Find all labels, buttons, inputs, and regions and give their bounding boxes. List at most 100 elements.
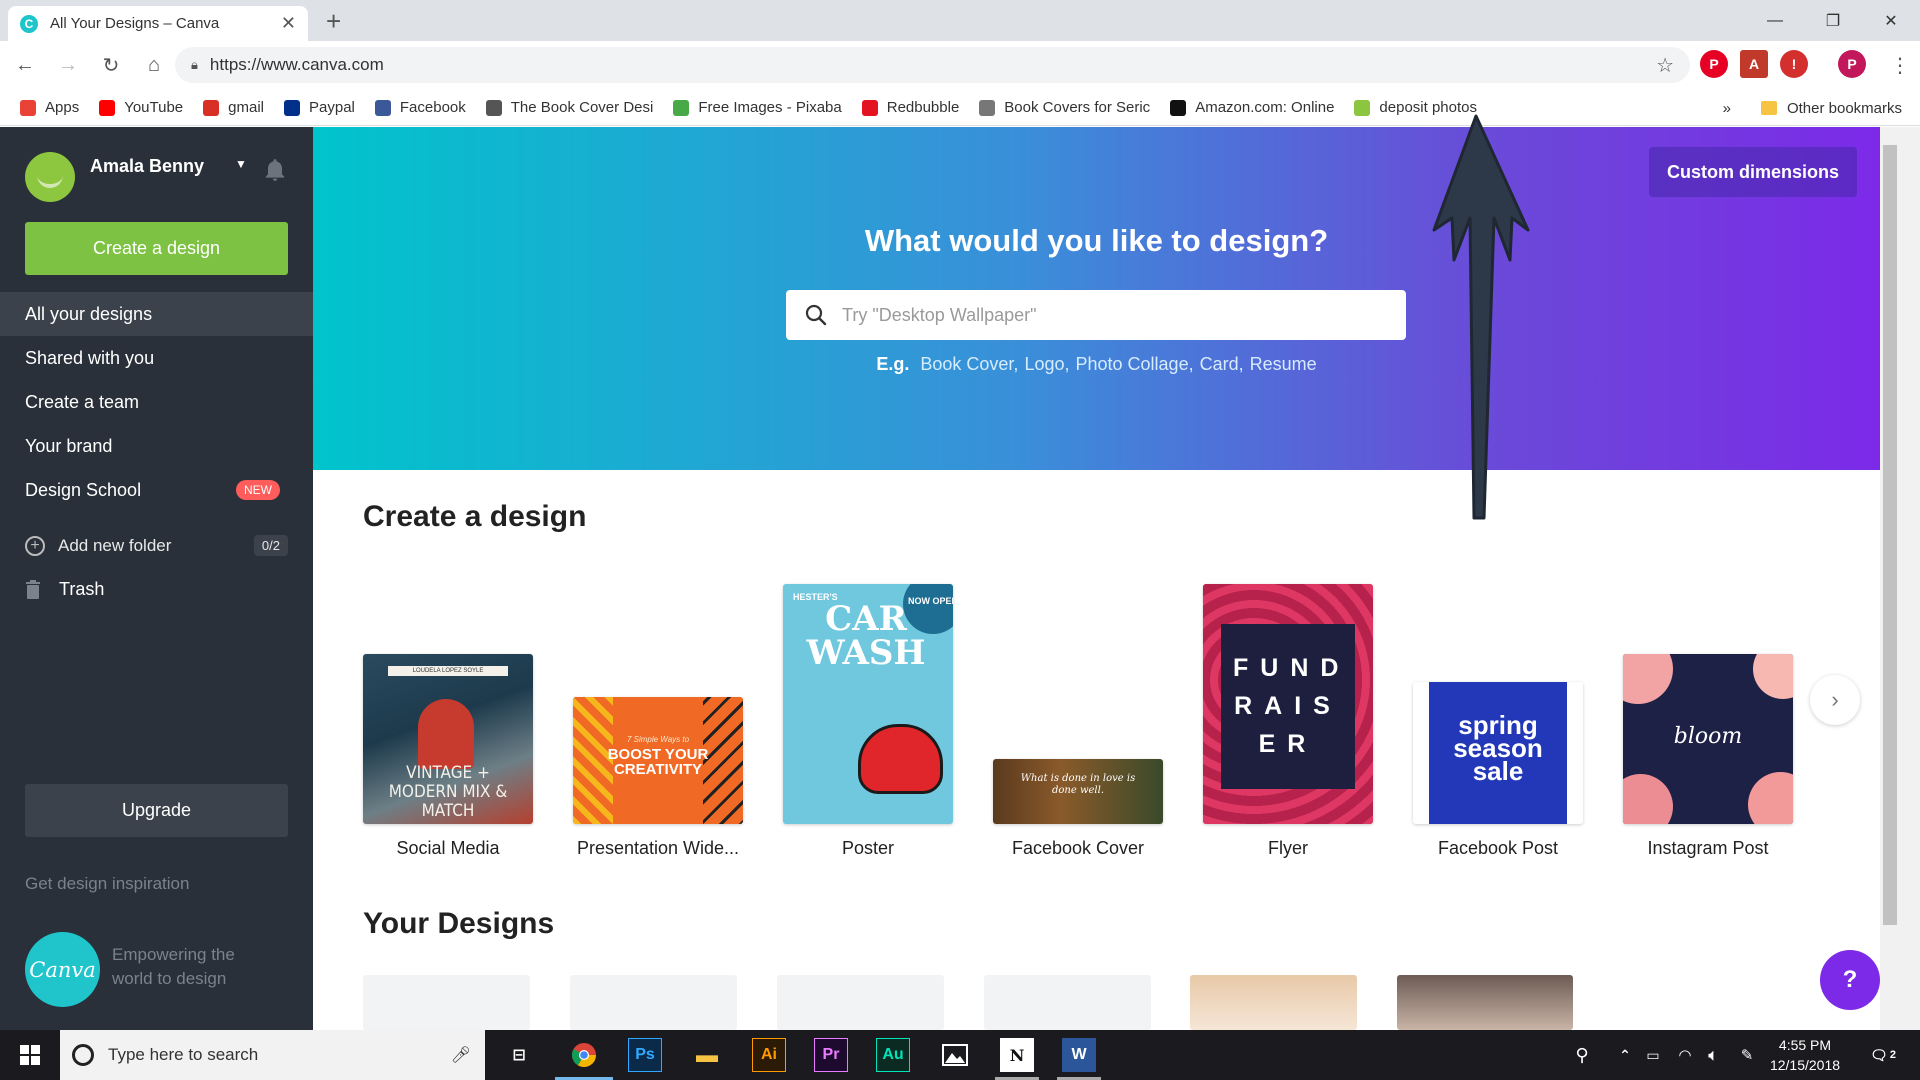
bookmark-item[interactable]: The Book Cover Desi <box>485 99 653 116</box>
sidebar-item-all-your-designs[interactable]: All your designs <box>0 292 331 336</box>
forward-icon[interactable]: → <box>50 48 86 84</box>
design-thumbnail-placeholder[interactable] <box>570 975 737 1030</box>
volume-icon[interactable]: 🔈︎ <box>1696 1038 1730 1072</box>
browser-tab-strip: C All Your Designs – Canva ✕ + — ❐ ✕ <box>0 0 1920 41</box>
chrome-menu-icon[interactable]: ⋮ <box>1882 47 1918 83</box>
sidebar-item-label: Create a team <box>25 391 140 412</box>
photoshop-icon[interactable]: Ps <box>628 1038 662 1072</box>
folder-icon <box>1760 101 1777 115</box>
design-thumbnail[interactable] <box>1397 975 1573 1030</box>
page-scrollbar[interactable] <box>1880 127 1920 1030</box>
design-thumbnail-placeholder[interactable] <box>777 975 944 1030</box>
bookmark-item[interactable]: Amazon.com: Online <box>1170 99 1334 116</box>
carousel-next-button[interactable]: › <box>1810 675 1860 725</box>
microphone-icon[interactable]: 🎤︎ <box>451 1045 471 1065</box>
windows-start-icon[interactable] <box>13 1038 47 1072</box>
notifications-icon[interactable]: 🗨︎ 2 <box>1866 1038 1900 1072</box>
bookmark-item[interactable]: Paypal <box>284 99 355 116</box>
example-link[interactable]: Resume <box>1250 354 1317 374</box>
sidebar-item-trash[interactable]: Trash <box>25 579 104 600</box>
reload-icon[interactable]: ↻ <box>93 48 129 84</box>
example-link[interactable]: Card <box>1200 354 1239 374</box>
back-icon[interactable]: ← <box>7 48 43 84</box>
search-examples: E.g. Book Cover, Logo, Photo Collage, Card,… <box>876 354 1317 374</box>
word-icon[interactable]: W <box>1062 1038 1096 1072</box>
upgrade-button[interactable]: Upgrade <box>25 784 288 837</box>
design-thumbnail-placeholder[interactable] <box>363 975 530 1030</box>
bookmarks-bar: Apps YouTube gmail Paypal Facebook The Book C… <box>0 90 1920 126</box>
sidebar-item-create-a-team[interactable]: Create a team <box>0 380 313 424</box>
minimize-icon[interactable]: — <box>1746 0 1804 41</box>
your-designs-title: Your Designs <box>363 907 555 940</box>
search-input[interactable] <box>842 304 1382 326</box>
adblock-extension-icon[interactable]: ! <box>1780 50 1808 78</box>
pen-icon[interactable]: ✎ <box>1730 1038 1764 1072</box>
design-thumbnail-placeholder[interactable] <box>984 975 1151 1030</box>
url-bar[interactable]: 🔒︎ https://www.canva.com ☆ <box>175 47 1690 83</box>
sidebar-item-label: Design School <box>25 479 142 500</box>
add-folder-row[interactable]: + Add new folder 0/2 <box>25 535 288 556</box>
maximize-icon[interactable]: ❐ <box>1804 0 1862 41</box>
sidebar-item-design-school[interactable]: Design School NEW <box>0 468 313 512</box>
card-label: Facebook Cover <box>1011 838 1145 858</box>
taskbar-search-box[interactable]: Type here to search 🎤︎ <box>60 1030 485 1080</box>
custom-dimensions-button[interactable]: Custom dimensions <box>1649 147 1857 197</box>
close-window-icon[interactable]: ✕ <box>1862 0 1920 41</box>
sidebar-item-label: Your brand <box>25 435 113 456</box>
tab-close-icon[interactable]: ✕ <box>281 13 296 34</box>
illustrator-icon[interactable]: Ai <box>752 1038 786 1072</box>
car-illustration <box>858 724 943 794</box>
notion-icon[interactable]: N <box>1000 1038 1034 1072</box>
trash-label: Trash <box>59 579 105 599</box>
example-link[interactable]: Photo Collage <box>1076 354 1189 374</box>
add-folder-label: Add new folder <box>58 535 172 555</box>
taskbar-clock[interactable]: 4:55 PM 12/15/2018 <box>1760 1035 1850 1075</box>
user-profile[interactable]: Amala Benny <box>25 152 204 202</box>
thumb-top-text: 7 Simple Ways to <box>626 735 690 744</box>
sidebar-item-your-brand[interactable]: Your brand <box>0 424 313 468</box>
pinterest-extension-icon[interactable]: P <box>1700 50 1728 78</box>
other-bookmarks[interactable]: Other bookmarks <box>1787 100 1902 117</box>
create-design-button[interactable]: Create a design <box>25 222 288 275</box>
bookmark-item[interactable]: Facebook <box>374 99 466 116</box>
bookmark-item[interactable]: gmail <box>203 99 264 116</box>
task-view-icon[interactable]: ⊟ <box>502 1038 536 1072</box>
bookmark-item[interactable]: Free Images - Pixaba <box>673 99 842 116</box>
sidebar-item-shared-with-you[interactable]: Shared with you <box>0 336 313 380</box>
card-label: Social Media <box>396 838 500 858</box>
photos-icon[interactable] <box>938 1038 972 1072</box>
premiere-icon[interactable]: Pr <box>814 1038 848 1072</box>
bookmark-item[interactable]: YouTube <box>99 99 183 116</box>
pdf-extension-icon[interactable]: A <box>1740 50 1768 78</box>
example-link[interactable]: Logo <box>1024 354 1064 374</box>
browser-tab[interactable]: C All Your Designs – Canva ✕ <box>8 6 308 41</box>
bookmark-label: Paypal <box>309 99 355 116</box>
design-inspiration-link[interactable]: Get design inspiration <box>25 874 189 894</box>
profile-avatar[interactable]: P <box>1838 50 1866 78</box>
bookmark-item[interactable]: Book Covers for Seric <box>979 99 1150 116</box>
new-tab-button[interactable]: + <box>326 6 341 37</box>
audition-icon[interactable]: Au <box>876 1038 910 1072</box>
bookmark-item[interactable]: Apps <box>20 99 79 116</box>
create-section-title: Create a design <box>363 500 587 533</box>
poster-thumbnail: HESTER'S NOW OPEN CAR WASH <box>783 584 953 824</box>
chrome-taskbar-icon[interactable] <box>567 1038 601 1072</box>
bell-icon[interactable] <box>262 157 288 183</box>
help-button[interactable]: ? <box>1820 950 1880 1010</box>
card-label: Instagram Post <box>1647 838 1769 858</box>
chevron-down-icon[interactable]: ▼ <box>235 157 247 171</box>
scrollbar-thumb[interactable] <box>1883 145 1897 925</box>
bookmark-favicon-icon <box>374 99 391 116</box>
design-thumbnail[interactable] <box>1190 975 1357 1030</box>
battery-icon[interactable]: ▭ <box>1636 1038 1670 1072</box>
home-icon[interactable]: ⌂ <box>136 48 172 84</box>
bookmark-star-icon[interactable]: ☆ <box>1656 53 1674 78</box>
bookmarks-overflow-icon[interactable]: » <box>1723 100 1731 117</box>
example-link[interactable]: Book Cover <box>920 354 1013 374</box>
design-search-box[interactable] <box>786 290 1406 340</box>
address-bar-row: ← → ↻ ⌂ 🔒︎ https://www.canva.com ☆ P A !… <box>0 41 1920 90</box>
canva-logo[interactable]: Canva <box>25 932 100 1007</box>
file-explorer-icon[interactable]: ▬ <box>690 1038 724 1072</box>
people-icon[interactable]: ⚲ <box>1565 1038 1599 1072</box>
bookmark-item[interactable]: Redbubble <box>861 99 959 116</box>
